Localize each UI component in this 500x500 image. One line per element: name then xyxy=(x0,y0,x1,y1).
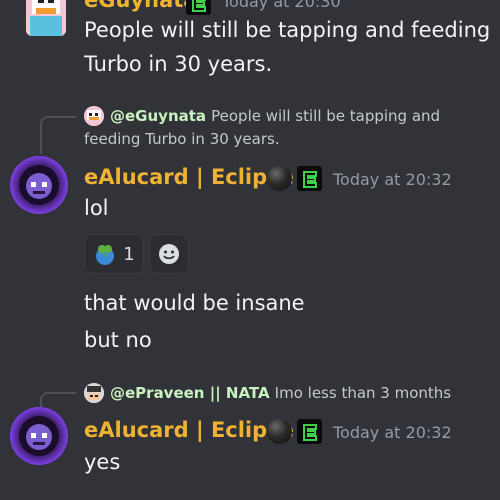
reply-spine xyxy=(40,392,76,408)
reaction-count: 1 xyxy=(123,243,135,265)
reply-author[interactable]: @eGuynata xyxy=(110,107,206,125)
purple-creature-icon xyxy=(19,165,59,205)
author-name[interactable]: eAlucard | Eclipse xyxy=(84,165,294,189)
reply-avatar xyxy=(84,106,104,126)
message-line: Turbo in 30 years. xyxy=(84,52,273,76)
black-orb-icon xyxy=(267,166,292,191)
eclipse-badge-icon xyxy=(186,0,211,15)
reply-avatar xyxy=(84,383,104,403)
timestamp: Today at 20:30 xyxy=(222,0,341,11)
message-line: yes xyxy=(84,450,121,474)
eclipse-badge-icon xyxy=(297,166,322,191)
reply-text-continued[interactable]: feeding Turbo in 30 years. xyxy=(84,130,280,148)
duck-avatar-icon xyxy=(26,0,66,36)
message-line: but no xyxy=(84,328,152,352)
reply-spine xyxy=(40,116,76,154)
timestamp: Today at 20:32 xyxy=(333,170,452,189)
reply-author[interactable]: @ePraveen || NATA xyxy=(110,384,270,402)
reply-text[interactable]: Imo less than 3 months xyxy=(275,384,451,402)
reply-text[interactable]: People will still be tapping and xyxy=(211,107,440,125)
smiley-icon xyxy=(159,244,179,264)
message-line: that would be insane xyxy=(84,291,305,315)
avatar-ealucard[interactable] xyxy=(10,156,68,214)
reaction-pepe[interactable]: 1 xyxy=(84,234,144,274)
avatar-eguynata[interactable] xyxy=(26,0,66,36)
black-orb-icon xyxy=(267,419,292,444)
eclipse-badge-icon xyxy=(297,419,322,444)
message-line: People will still be tapping and feeding xyxy=(84,18,491,42)
pepe-earth-icon xyxy=(96,245,115,265)
add-reaction-button[interactable] xyxy=(149,234,189,274)
author-name[interactable]: eGuynata xyxy=(84,0,197,12)
message-line: lol xyxy=(84,196,109,220)
author-name[interactable]: eAlucard | Eclipse xyxy=(84,418,294,442)
timestamp: Today at 20:32 xyxy=(333,423,452,442)
purple-creature-icon xyxy=(19,416,59,456)
avatar-ealucard[interactable] xyxy=(10,407,68,465)
